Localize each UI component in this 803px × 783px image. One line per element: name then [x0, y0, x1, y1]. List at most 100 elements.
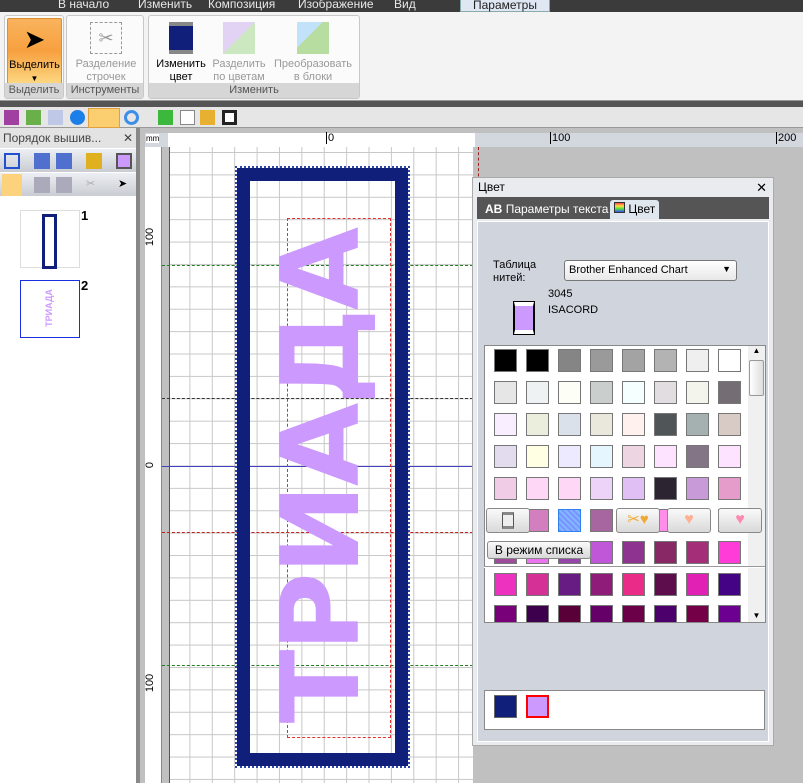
color-swatch[interactable]	[590, 541, 613, 564]
move-last-icon[interactable]	[56, 153, 72, 169]
color-swatch[interactable]	[622, 445, 645, 468]
color-swatch[interactable]	[718, 381, 741, 404]
color-swatch[interactable]	[590, 413, 613, 436]
fit-icon[interactable]	[4, 153, 20, 169]
color-swatch[interactable]	[718, 573, 741, 596]
tab-view[interactable]: Вид	[394, 0, 416, 11]
color-swatch[interactable]	[622, 573, 645, 596]
color-swatch[interactable]	[558, 381, 581, 404]
circle-icon[interactable]	[70, 110, 85, 125]
cut-heart-button[interactable]: ✂♥	[616, 508, 660, 533]
color-swatch[interactable]	[526, 381, 549, 404]
ring-icon[interactable]	[124, 110, 139, 125]
color-swatch[interactable]	[622, 477, 645, 500]
move-forward-icon[interactable]	[34, 177, 50, 193]
color-swatch[interactable]	[558, 477, 581, 500]
list-mode-button[interactable]: В режим списка	[487, 541, 591, 559]
color-swatch[interactable]	[686, 381, 709, 404]
color-swatch[interactable]	[590, 477, 613, 500]
tab-color[interactable]: Цвет	[610, 200, 660, 219]
design-icon[interactable]	[4, 110, 19, 125]
used-color-swatch[interactable]	[494, 695, 517, 718]
color-swatch[interactable]	[622, 605, 645, 622]
thread-spool-button[interactable]	[486, 508, 530, 533]
color-swatch[interactable]	[686, 605, 709, 622]
color-swatch[interactable]	[686, 541, 709, 564]
color-swatch[interactable]	[654, 445, 677, 468]
new-file-icon[interactable]	[180, 110, 195, 125]
color-swatch[interactable]	[526, 573, 549, 596]
order-item-1[interactable]	[20, 210, 80, 269]
color-swatch[interactable]	[494, 381, 517, 404]
undo-arrow-icon[interactable]	[158, 110, 173, 125]
tab-composition[interactable]: Композиция	[208, 0, 275, 11]
color-swatch[interactable]	[494, 605, 517, 622]
tab-home[interactable]: В начало	[58, 0, 109, 11]
color-swatch[interactable]	[654, 381, 677, 404]
heart-outline-button[interactable]: ♥	[667, 508, 711, 533]
color-swatch[interactable]	[654, 349, 677, 372]
color-swatch[interactable]	[686, 413, 709, 436]
convert-to-blocks-button[interactable]: Преобразовать в блоки	[269, 18, 357, 84]
tab-parameters[interactable]: Параметры	[460, 0, 550, 12]
color-swatch[interactable]	[558, 573, 581, 596]
scrollbar-thumb[interactable]	[749, 360, 764, 396]
move-backward-icon[interactable]	[56, 177, 72, 193]
color-swatch[interactable]	[558, 445, 581, 468]
order-item-2[interactable]: ТРИАДА	[20, 280, 80, 338]
color-swatch[interactable]	[590, 445, 613, 468]
color-swatch[interactable]	[654, 477, 677, 500]
arrow-icon[interactable]	[26, 110, 41, 125]
color-swatch[interactable]	[494, 349, 517, 372]
lock-icon[interactable]	[86, 153, 102, 169]
arrow-cursor-icon[interactable]: ➤	[118, 177, 134, 193]
stitch-icon[interactable]	[48, 110, 63, 125]
scissors-icon[interactable]: ✂	[86, 177, 102, 193]
split-by-colors-button[interactable]: Разделить по цветам	[211, 18, 267, 84]
color-swatch[interactable]	[590, 381, 613, 404]
color-swatch[interactable]	[494, 413, 517, 436]
color-swatch[interactable]	[686, 477, 709, 500]
spool-icon[interactable]	[116, 153, 132, 169]
color-swatch[interactable]	[590, 573, 613, 596]
color-swatch[interactable]	[654, 413, 677, 436]
tab-image[interactable]: Изображение	[298, 0, 374, 11]
color-swatch[interactable]	[526, 349, 549, 372]
color-swatch[interactable]	[718, 445, 741, 468]
color-swatch[interactable]	[718, 349, 741, 372]
color-swatch[interactable]	[494, 477, 517, 500]
color-swatch[interactable]	[526, 477, 549, 500]
color-swatch[interactable]	[558, 349, 581, 372]
palette-scrollbar[interactable]: ▲ ▼	[748, 346, 765, 622]
color-swatch[interactable]	[526, 445, 549, 468]
color-swatch[interactable]	[718, 605, 741, 622]
tab-text-params[interactable]: AB Параметры текста	[481, 200, 612, 219]
split-stitches-button[interactable]: ✂ Разделение строчек	[71, 18, 141, 84]
color-swatch[interactable]	[558, 605, 581, 622]
thread-table-select[interactable]: Brother Enhanced Chart ▼	[564, 260, 737, 281]
save-icon[interactable]	[222, 110, 237, 125]
color-swatch[interactable]	[686, 445, 709, 468]
color-swatch[interactable]	[622, 381, 645, 404]
select-button[interactable]: ➤ Выделить ▼	[7, 18, 62, 84]
color-swatch[interactable]	[686, 349, 709, 372]
color-swatch[interactable]	[558, 413, 581, 436]
used-color-swatch[interactable]	[526, 695, 549, 718]
scroll-down-icon[interactable]: ▼	[748, 611, 765, 620]
color-swatch[interactable]	[590, 509, 613, 532]
move-first-icon[interactable]	[34, 153, 50, 169]
color-swatch[interactable]	[558, 509, 581, 532]
color-swatch[interactable]	[622, 349, 645, 372]
color-swatch[interactable]	[686, 573, 709, 596]
color-swatch[interactable]	[590, 605, 613, 622]
color-swatch[interactable]	[654, 573, 677, 596]
color-swatch[interactable]	[654, 605, 677, 622]
color-swatch[interactable]	[718, 413, 741, 436]
color-swatch[interactable]	[718, 477, 741, 500]
change-color-button[interactable]: Изменить цвет	[153, 18, 209, 84]
scroll-up-icon[interactable]: ▲	[748, 346, 765, 355]
order-icon[interactable]	[2, 174, 22, 196]
pattern-fill-button[interactable]	[88, 108, 120, 128]
color-swatch[interactable]	[494, 445, 517, 468]
close-icon[interactable]: ✕	[123, 128, 133, 148]
